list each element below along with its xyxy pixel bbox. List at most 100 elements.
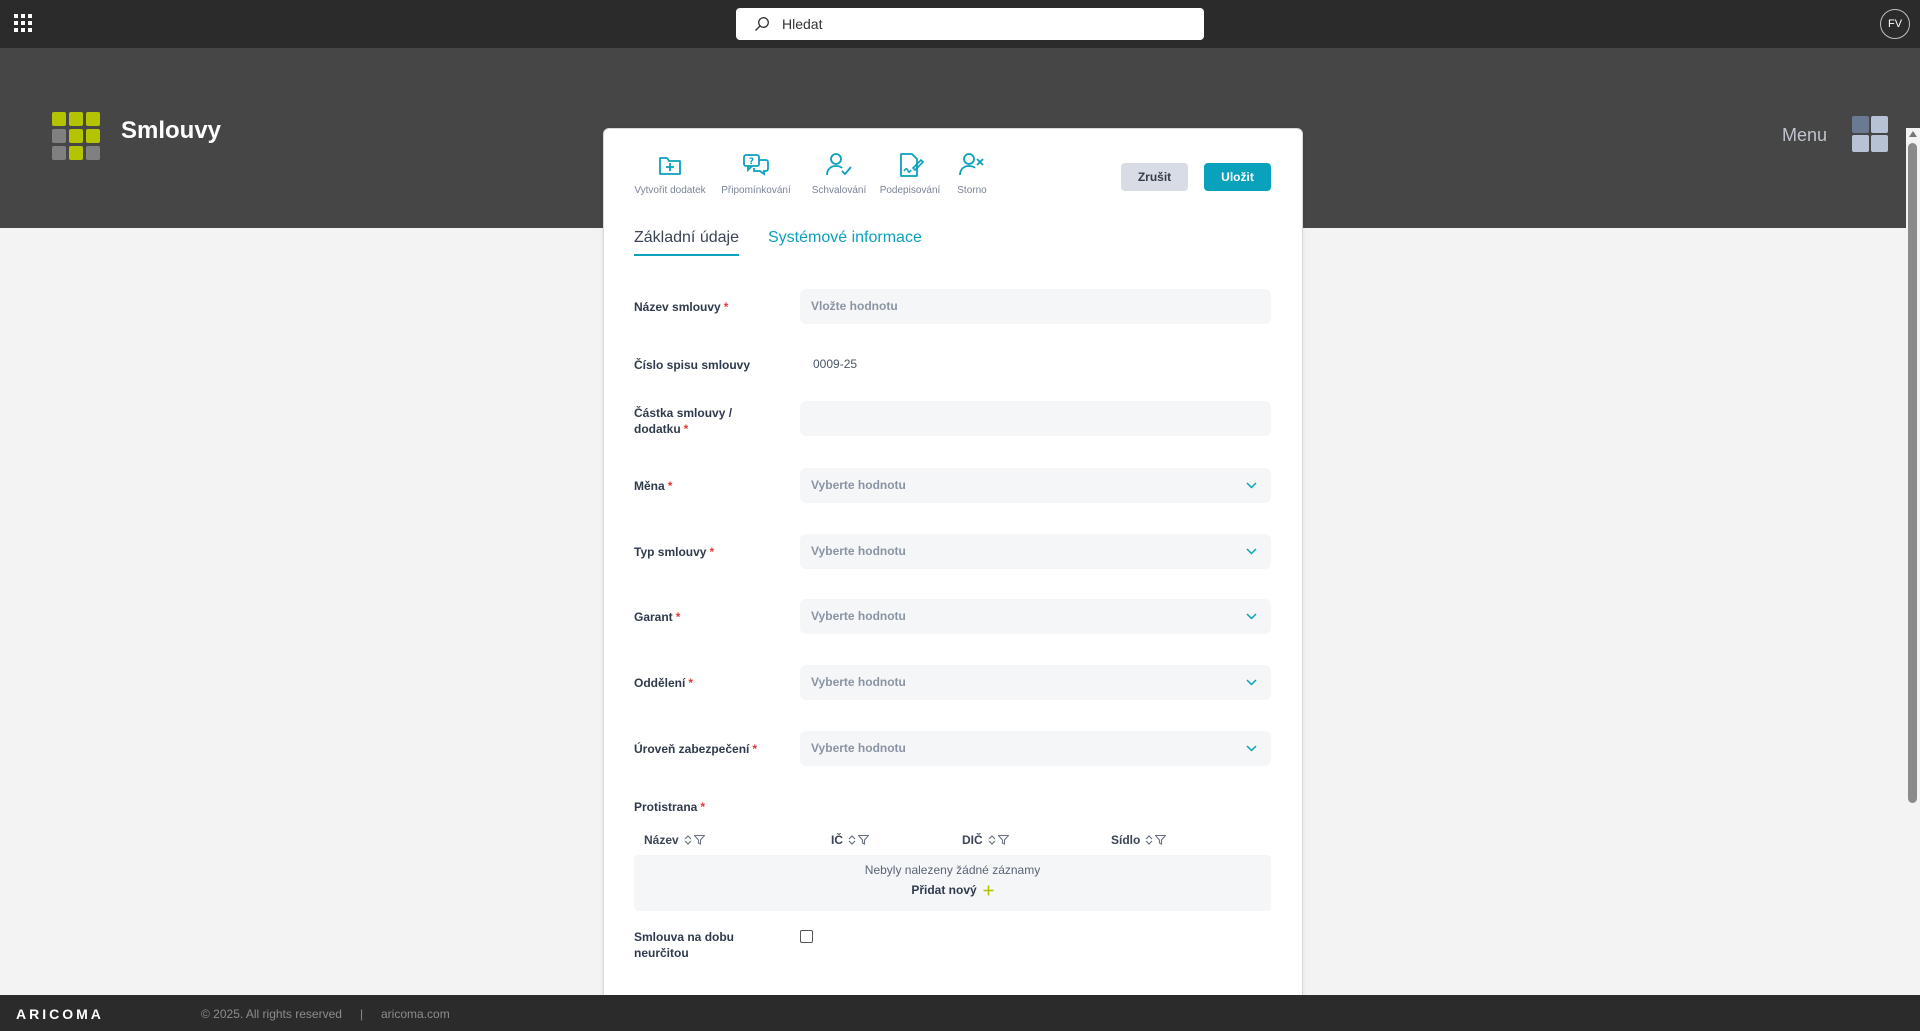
contract-name-label: Název smlouvy * [634, 300, 729, 314]
security-level-label: Úroveň zabezpečení * [634, 742, 758, 756]
footer-link[interactable]: aricoma.com [381, 1007, 450, 1021]
save-button[interactable]: Uložit [1204, 163, 1271, 191]
contract-type-placeholder: Vyberte hodnotu [811, 544, 906, 558]
plus-icon [983, 885, 994, 895]
amount-label: Částka smlouvy / dodatku * [634, 406, 733, 436]
footer-separator: | [360, 1007, 364, 1021]
commenting-label: Připomínkování [721, 185, 791, 196]
column-header-ic[interactable]: IČ [831, 833, 869, 847]
cancel-contract-label: Storno [957, 185, 987, 196]
file-number-label: Číslo spisu smlouvy [634, 358, 751, 372]
guarantor-select[interactable]: Vyberte hodnotu [800, 599, 1271, 634]
menu-grid-tile [1852, 135, 1869, 152]
logo-tile [52, 129, 66, 143]
contract-name-placeholder: Vložte hodnotu [811, 299, 898, 313]
currency-label: Měna * [634, 479, 673, 493]
search-icon [755, 17, 769, 31]
menu-button[interactable]: Menu [1782, 125, 1827, 146]
required-mark: * [709, 545, 715, 559]
logo-tile [52, 146, 66, 160]
approval-button[interactable]: Schvalování [799, 149, 879, 196]
column-header-dic[interactable]: DIČ [962, 833, 1009, 847]
footer: ARICOMA © 2025. All rights reserved | ar… [0, 995, 1920, 1031]
sort-icon[interactable] [988, 834, 996, 846]
menu-grid-tile [1871, 116, 1888, 133]
filter-icon[interactable] [997, 835, 1009, 845]
top-bar: Hledat FV [0, 0, 1920, 48]
department-label: Oddělení * [634, 676, 694, 690]
required-mark: * [675, 610, 681, 624]
indefinite-checkbox[interactable] [800, 930, 813, 943]
footer-brand-logo: ARICOMA [16, 1006, 104, 1022]
contract-type-label: Typ smlouvy * [634, 545, 715, 559]
logo-tile [69, 146, 83, 160]
menu-grid-tile [1852, 116, 1869, 133]
folder-plus-icon [659, 157, 681, 175]
logo-tile [86, 146, 100, 160]
contract-type-select[interactable]: Vyberte hodnotu [800, 534, 1271, 569]
filter-icon[interactable] [858, 835, 869, 845]
logo-tile [52, 112, 66, 126]
logo-tile [86, 112, 100, 126]
required-mark: * [700, 800, 706, 814]
department-placeholder: Vyberte hodnotu [811, 675, 906, 689]
empty-message: Nebyly nalezeny žádné záznamy [864, 863, 1041, 877]
file-number-value: 0009-25 [813, 357, 858, 371]
document-sign-icon [900, 153, 925, 177]
scroll-up-icon[interactable] [1909, 131, 1917, 137]
column-header-address[interactable]: Sídlo [1111, 833, 1167, 847]
chevron-down-icon [1246, 548, 1257, 555]
avatar[interactable]: FV [1880, 9, 1910, 39]
cancel-button[interactable]: Zrušit [1121, 163, 1188, 191]
currency-placeholder: Vyberte hodnotu [811, 478, 906, 492]
app-logo-icon [52, 112, 100, 160]
contract-name-input[interactable]: Vložte hodnotu [800, 289, 1271, 324]
footer-copyright: © 2025. All rights reserved [201, 1007, 342, 1021]
logo-tile [69, 129, 83, 143]
filter-icon[interactable] [1155, 835, 1167, 845]
tab-system-info[interactable]: Systémové informace [768, 229, 922, 254]
required-mark: * [667, 479, 673, 493]
app-launcher-icon[interactable] [14, 14, 32, 32]
menu-grid-icon[interactable] [1852, 116, 1888, 152]
department-select[interactable]: Vyberte hodnotu [800, 665, 1271, 700]
guarantor-label: Garant * [634, 610, 681, 624]
required-mark: * [683, 422, 689, 436]
sort-icon[interactable] [684, 834, 692, 846]
cancel-contract-button[interactable]: Storno [932, 149, 1012, 196]
user-x-icon [959, 153, 984, 176]
currency-select[interactable]: Vyberte hodnotu [800, 468, 1271, 503]
required-mark: * [688, 676, 694, 690]
guarantor-placeholder: Vyberte hodnotu [811, 609, 906, 623]
tab-basic-info[interactable]: Základní údaje [634, 229, 739, 256]
counterparty-label: Protistrana * [634, 800, 706, 814]
approval-label: Schvalování [811, 185, 867, 196]
sort-icon[interactable] [848, 834, 856, 846]
svg-text:?: ? [749, 157, 754, 167]
counterparty-table-header: Název IČ DIČ Sídlo [634, 829, 1271, 853]
create-amendment-button[interactable]: Vytvořit dodatek [630, 149, 710, 196]
sort-icon[interactable] [1145, 834, 1153, 846]
scrollbar-thumb[interactable] [1908, 143, 1917, 803]
required-mark: * [723, 300, 729, 314]
logo-tile [86, 129, 100, 143]
column-header-name[interactable]: Název [644, 833, 705, 847]
commenting-button[interactable]: ? Připomínkování [716, 149, 796, 196]
chevron-down-icon [1246, 482, 1257, 489]
chevron-down-icon [1246, 613, 1257, 620]
required-mark: * [752, 742, 758, 756]
logo-tile [69, 112, 83, 126]
counterparty-table-body: Nebyly nalezeny žádné záznamy Přidat nov… [634, 855, 1271, 911]
amount-input[interactable] [800, 401, 1271, 436]
form-card: Vytvořit dodatek ? Připomínkování Schval… [603, 128, 1303, 1008]
security-level-select[interactable]: Vyberte hodnotu [800, 731, 1271, 766]
filter-icon[interactable] [693, 835, 705, 845]
indefinite-label: Smlouva na dobu neurčitou [634, 930, 735, 960]
security-level-placeholder: Vyberte hodnotu [811, 741, 906, 755]
comments-question-icon: ? [743, 154, 769, 176]
page-title: Smlouvy [121, 117, 222, 144]
add-new-button[interactable]: Přidat nový [634, 883, 1271, 897]
search-placeholder: Hledat [782, 16, 823, 32]
chevron-down-icon [1246, 745, 1257, 752]
search-input[interactable]: Hledat [736, 8, 1204, 40]
